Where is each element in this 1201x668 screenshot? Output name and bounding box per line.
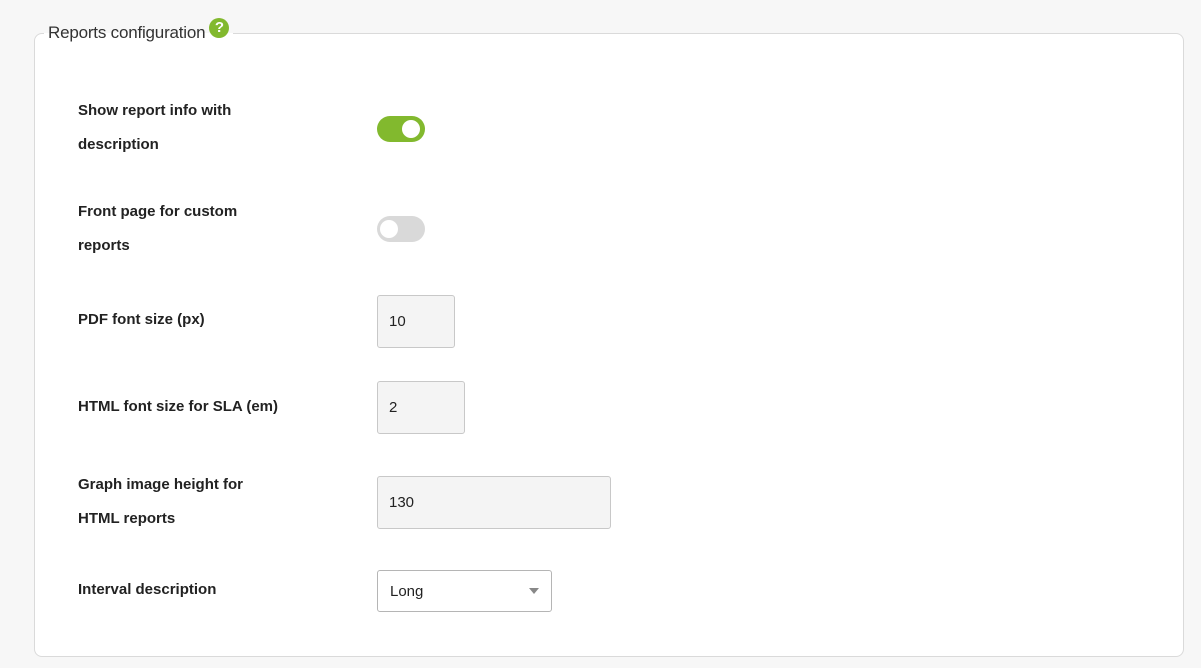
interval-description-label: Interval description <box>78 581 217 598</box>
graph-image-height-label: Graph image height for HTML reports <box>78 468 318 536</box>
panel-title: Reports configuration <box>48 23 206 42</box>
panel-legend: Reports configuration ? <box>44 18 234 48</box>
show-report-info-label-line1: Show report info with <box>78 102 232 119</box>
front-page-toggle[interactable] <box>377 216 425 242</box>
toggle-knob <box>380 220 398 238</box>
pdf-font-size-label: PDF font size (px) <box>78 311 205 328</box>
front-page-label-line1: Front page for custom <box>78 203 238 220</box>
show-report-info-toggle[interactable] <box>377 116 425 142</box>
html-font-size-sla-label: HTML font size for SLA (em) <box>78 398 278 415</box>
graph-image-height-input[interactable] <box>377 476 611 529</box>
show-report-info-label: Show report info with description <box>78 94 318 162</box>
interval-description-selected: Long <box>390 582 424 600</box>
graph-image-height-label-line2: HTML reports <box>78 510 176 527</box>
help-icon[interactable]: ? <box>209 18 230 38</box>
front-page-label-line2: reports <box>78 237 130 254</box>
show-report-info-label-line2: description <box>78 136 159 153</box>
front-page-label: Front page for custom reports <box>78 195 318 263</box>
toggle-knob <box>402 120 420 138</box>
graph-image-height-label-line1: Graph image height for <box>78 476 244 493</box>
html-font-size-sla-input[interactable] <box>377 381 465 434</box>
chevron-down-icon <box>529 588 539 594</box>
pdf-font-size-input[interactable] <box>377 295 455 348</box>
interval-description-select[interactable]: Long <box>377 570 552 612</box>
